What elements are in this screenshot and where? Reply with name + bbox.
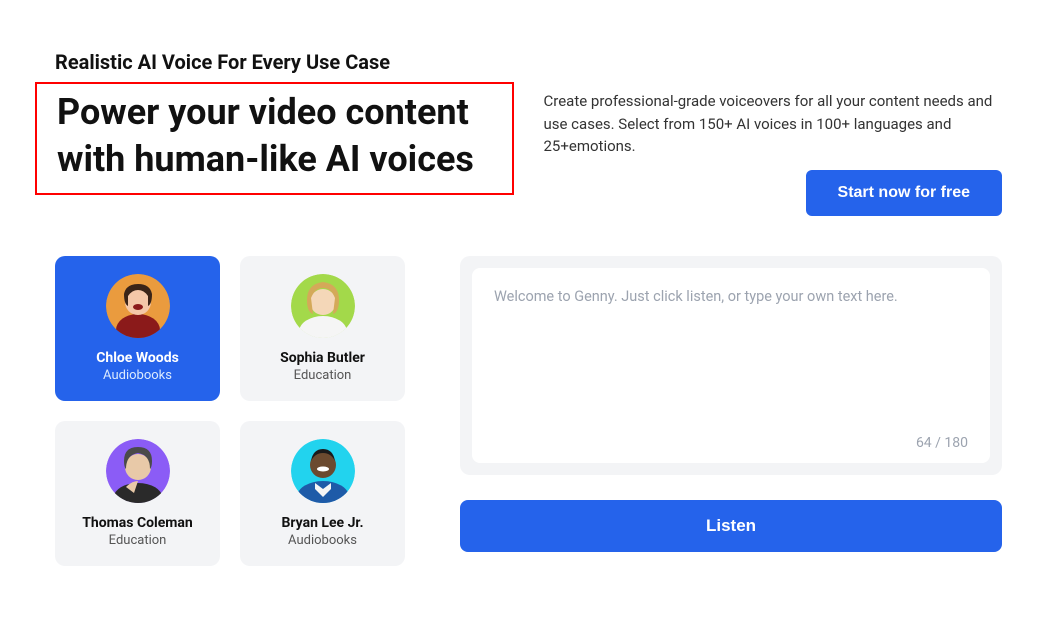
eyebrow-text: Realistic AI Voice For Every Use Case <box>55 50 514 74</box>
avatar <box>291 274 355 338</box>
voice-card-thomas-coleman[interactable]: Thomas Coleman Education <box>55 421 220 566</box>
avatar <box>106 274 170 338</box>
voice-name: Chloe Woods <box>96 350 179 366</box>
text-input[interactable]: Welcome to Genny. Just click listen, or … <box>472 268 990 463</box>
description-text: Create professional-grade voiceovers for… <box>544 90 1003 158</box>
main-headline: Power your video content with human-like… <box>57 89 502 183</box>
header-right: Create professional-grade voiceovers for… <box>544 50 1003 216</box>
input-panel: Welcome to Genny. Just click listen, or … <box>460 256 1002 566</box>
headline-highlight-box: Power your video content with human-like… <box>35 82 514 195</box>
header-section: Realistic AI Voice For Every Use Case Po… <box>55 50 1002 216</box>
main-section: Chloe Woods Audiobooks Sophia Butler Edu… <box>55 256 1002 566</box>
voice-card-chloe-woods[interactable]: Chloe Woods Audiobooks <box>55 256 220 401</box>
voice-grid: Chloe Woods Audiobooks Sophia Butler Edu… <box>55 256 405 566</box>
start-now-button[interactable]: Start now for free <box>806 170 1002 216</box>
voice-name: Sophia Butler <box>280 350 365 366</box>
voice-category: Audiobooks <box>288 533 357 548</box>
text-input-wrapper: Welcome to Genny. Just click listen, or … <box>460 256 1002 475</box>
voice-category: Education <box>109 533 167 548</box>
voice-category: Audiobooks <box>103 368 172 383</box>
header-left: Realistic AI Voice For Every Use Case Po… <box>55 50 514 195</box>
voice-card-bryan-lee-jr[interactable]: Bryan Lee Jr. Audiobooks <box>240 421 405 566</box>
listen-button[interactable]: Listen <box>460 500 1002 552</box>
character-count: 64 / 180 <box>916 435 968 451</box>
avatar <box>291 439 355 503</box>
placeholder-text: Welcome to Genny. Just click listen, or … <box>494 288 968 435</box>
voice-name: Thomas Coleman <box>82 515 193 531</box>
avatar <box>106 439 170 503</box>
voice-name: Bryan Lee Jr. <box>281 515 363 531</box>
voice-category: Education <box>294 368 352 383</box>
voice-card-sophia-butler[interactable]: Sophia Butler Education <box>240 256 405 401</box>
